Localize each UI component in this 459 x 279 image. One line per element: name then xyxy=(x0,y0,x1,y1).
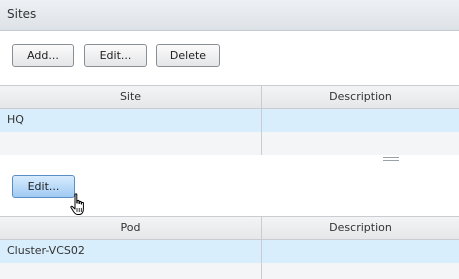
add-button[interactable]: Add... xyxy=(12,44,74,67)
pods-table-header: Pod Description xyxy=(0,216,459,240)
column-separator xyxy=(261,132,262,155)
splitter-grip-icon[interactable] xyxy=(383,157,399,162)
delete-button[interactable]: Delete xyxy=(156,44,220,67)
pod-cell: Cluster-VCS02 xyxy=(7,244,85,257)
description-cell xyxy=(262,109,459,132)
sites-panel-header: Sites xyxy=(0,0,459,31)
site-cell: HQ xyxy=(7,113,24,126)
column-header-pod[interactable]: Pod xyxy=(0,217,261,239)
table-row-empty xyxy=(0,132,459,155)
sites-table: Site Description HQ xyxy=(0,85,459,155)
table-row-empty xyxy=(0,263,459,279)
sites-table-header: Site Description xyxy=(0,85,459,109)
hand-pointer-icon xyxy=(70,193,84,215)
edit-pod-button[interactable]: Edit... xyxy=(12,175,75,198)
table-row[interactable]: HQ xyxy=(0,109,459,132)
column-header-site[interactable]: Site xyxy=(0,86,261,108)
column-header-description[interactable]: Description xyxy=(262,86,459,108)
edit-button[interactable]: Edit... xyxy=(84,44,147,67)
table-row[interactable]: Cluster-VCS02 xyxy=(0,240,459,263)
panel-title: Sites xyxy=(7,7,37,21)
description-cell xyxy=(262,240,459,263)
column-separator xyxy=(261,263,262,279)
pods-table: Pod Description Cluster-VCS02 xyxy=(0,216,459,279)
column-header-description[interactable]: Description xyxy=(262,217,459,239)
